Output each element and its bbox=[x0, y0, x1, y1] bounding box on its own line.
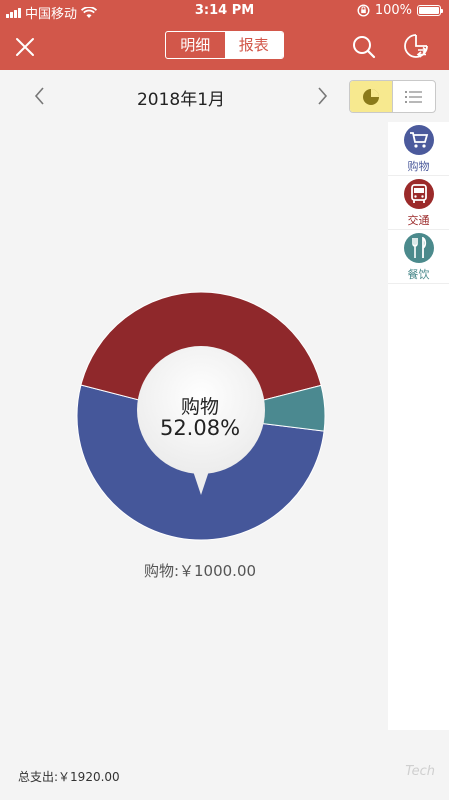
list-view-icon bbox=[405, 90, 422, 103]
category-list: 购物 交通 餐饮 bbox=[388, 122, 449, 730]
tab-detail[interactable]: 明细 bbox=[166, 32, 225, 58]
search-icon[interactable] bbox=[350, 33, 378, 61]
category-icon-bg bbox=[403, 179, 434, 209]
battery-icon bbox=[417, 5, 443, 16]
category-item-dining[interactable]: 餐饮 bbox=[388, 230, 449, 284]
selected-category-summary: 购物:￥1000.00 bbox=[143, 562, 257, 580]
chevron-left-icon[interactable] bbox=[30, 85, 50, 107]
chevron-right-icon[interactable] bbox=[312, 85, 332, 107]
category-item-transport[interactable]: 交通 bbox=[388, 176, 449, 230]
navbar: 明细 报表 bbox=[0, 22, 449, 70]
month-bar: 2018年1月 bbox=[0, 70, 449, 122]
list-view-button[interactable] bbox=[393, 81, 435, 112]
category-icon-bg bbox=[403, 233, 434, 263]
fork-knife-icon bbox=[411, 237, 426, 258]
bus-icon bbox=[410, 184, 427, 203]
view-segment: 明细 报表 bbox=[165, 31, 284, 59]
cart-icon bbox=[409, 132, 428, 148]
category-label: 交通 bbox=[407, 214, 430, 227]
status-bar: 中国移动 3:14 PM 100% bbox=[0, 0, 449, 22]
tab-report[interactable]: 报表 bbox=[224, 32, 283, 58]
pie-view-button[interactable] bbox=[350, 81, 393, 112]
rotation-lock-icon bbox=[357, 4, 370, 17]
chart-center-label: 购物 bbox=[180, 396, 219, 418]
pie-view-icon bbox=[363, 88, 379, 105]
total-expense: 总支出:￥1920.00 bbox=[18, 770, 120, 784]
view-toggle bbox=[349, 80, 436, 113]
status-right: 100% bbox=[357, 3, 443, 18]
app-header: 中国移动 3:14 PM 100% 明细 报表 bbox=[0, 0, 449, 70]
watermark: Tech bbox=[405, 764, 435, 779]
chart-center-value: 52.08% bbox=[159, 416, 241, 440]
battery-percent: 100% bbox=[374, 3, 412, 18]
category-icon-bg bbox=[403, 125, 434, 155]
month-label: 2018年1月 bbox=[136, 90, 226, 110]
category-label: 购物 bbox=[407, 160, 430, 173]
chart-switch-icon[interactable] bbox=[402, 32, 430, 60]
category-label: 餐饮 bbox=[407, 268, 430, 281]
category-item-shopping[interactable]: 购物 bbox=[388, 122, 449, 176]
close-icon[interactable] bbox=[12, 34, 38, 60]
